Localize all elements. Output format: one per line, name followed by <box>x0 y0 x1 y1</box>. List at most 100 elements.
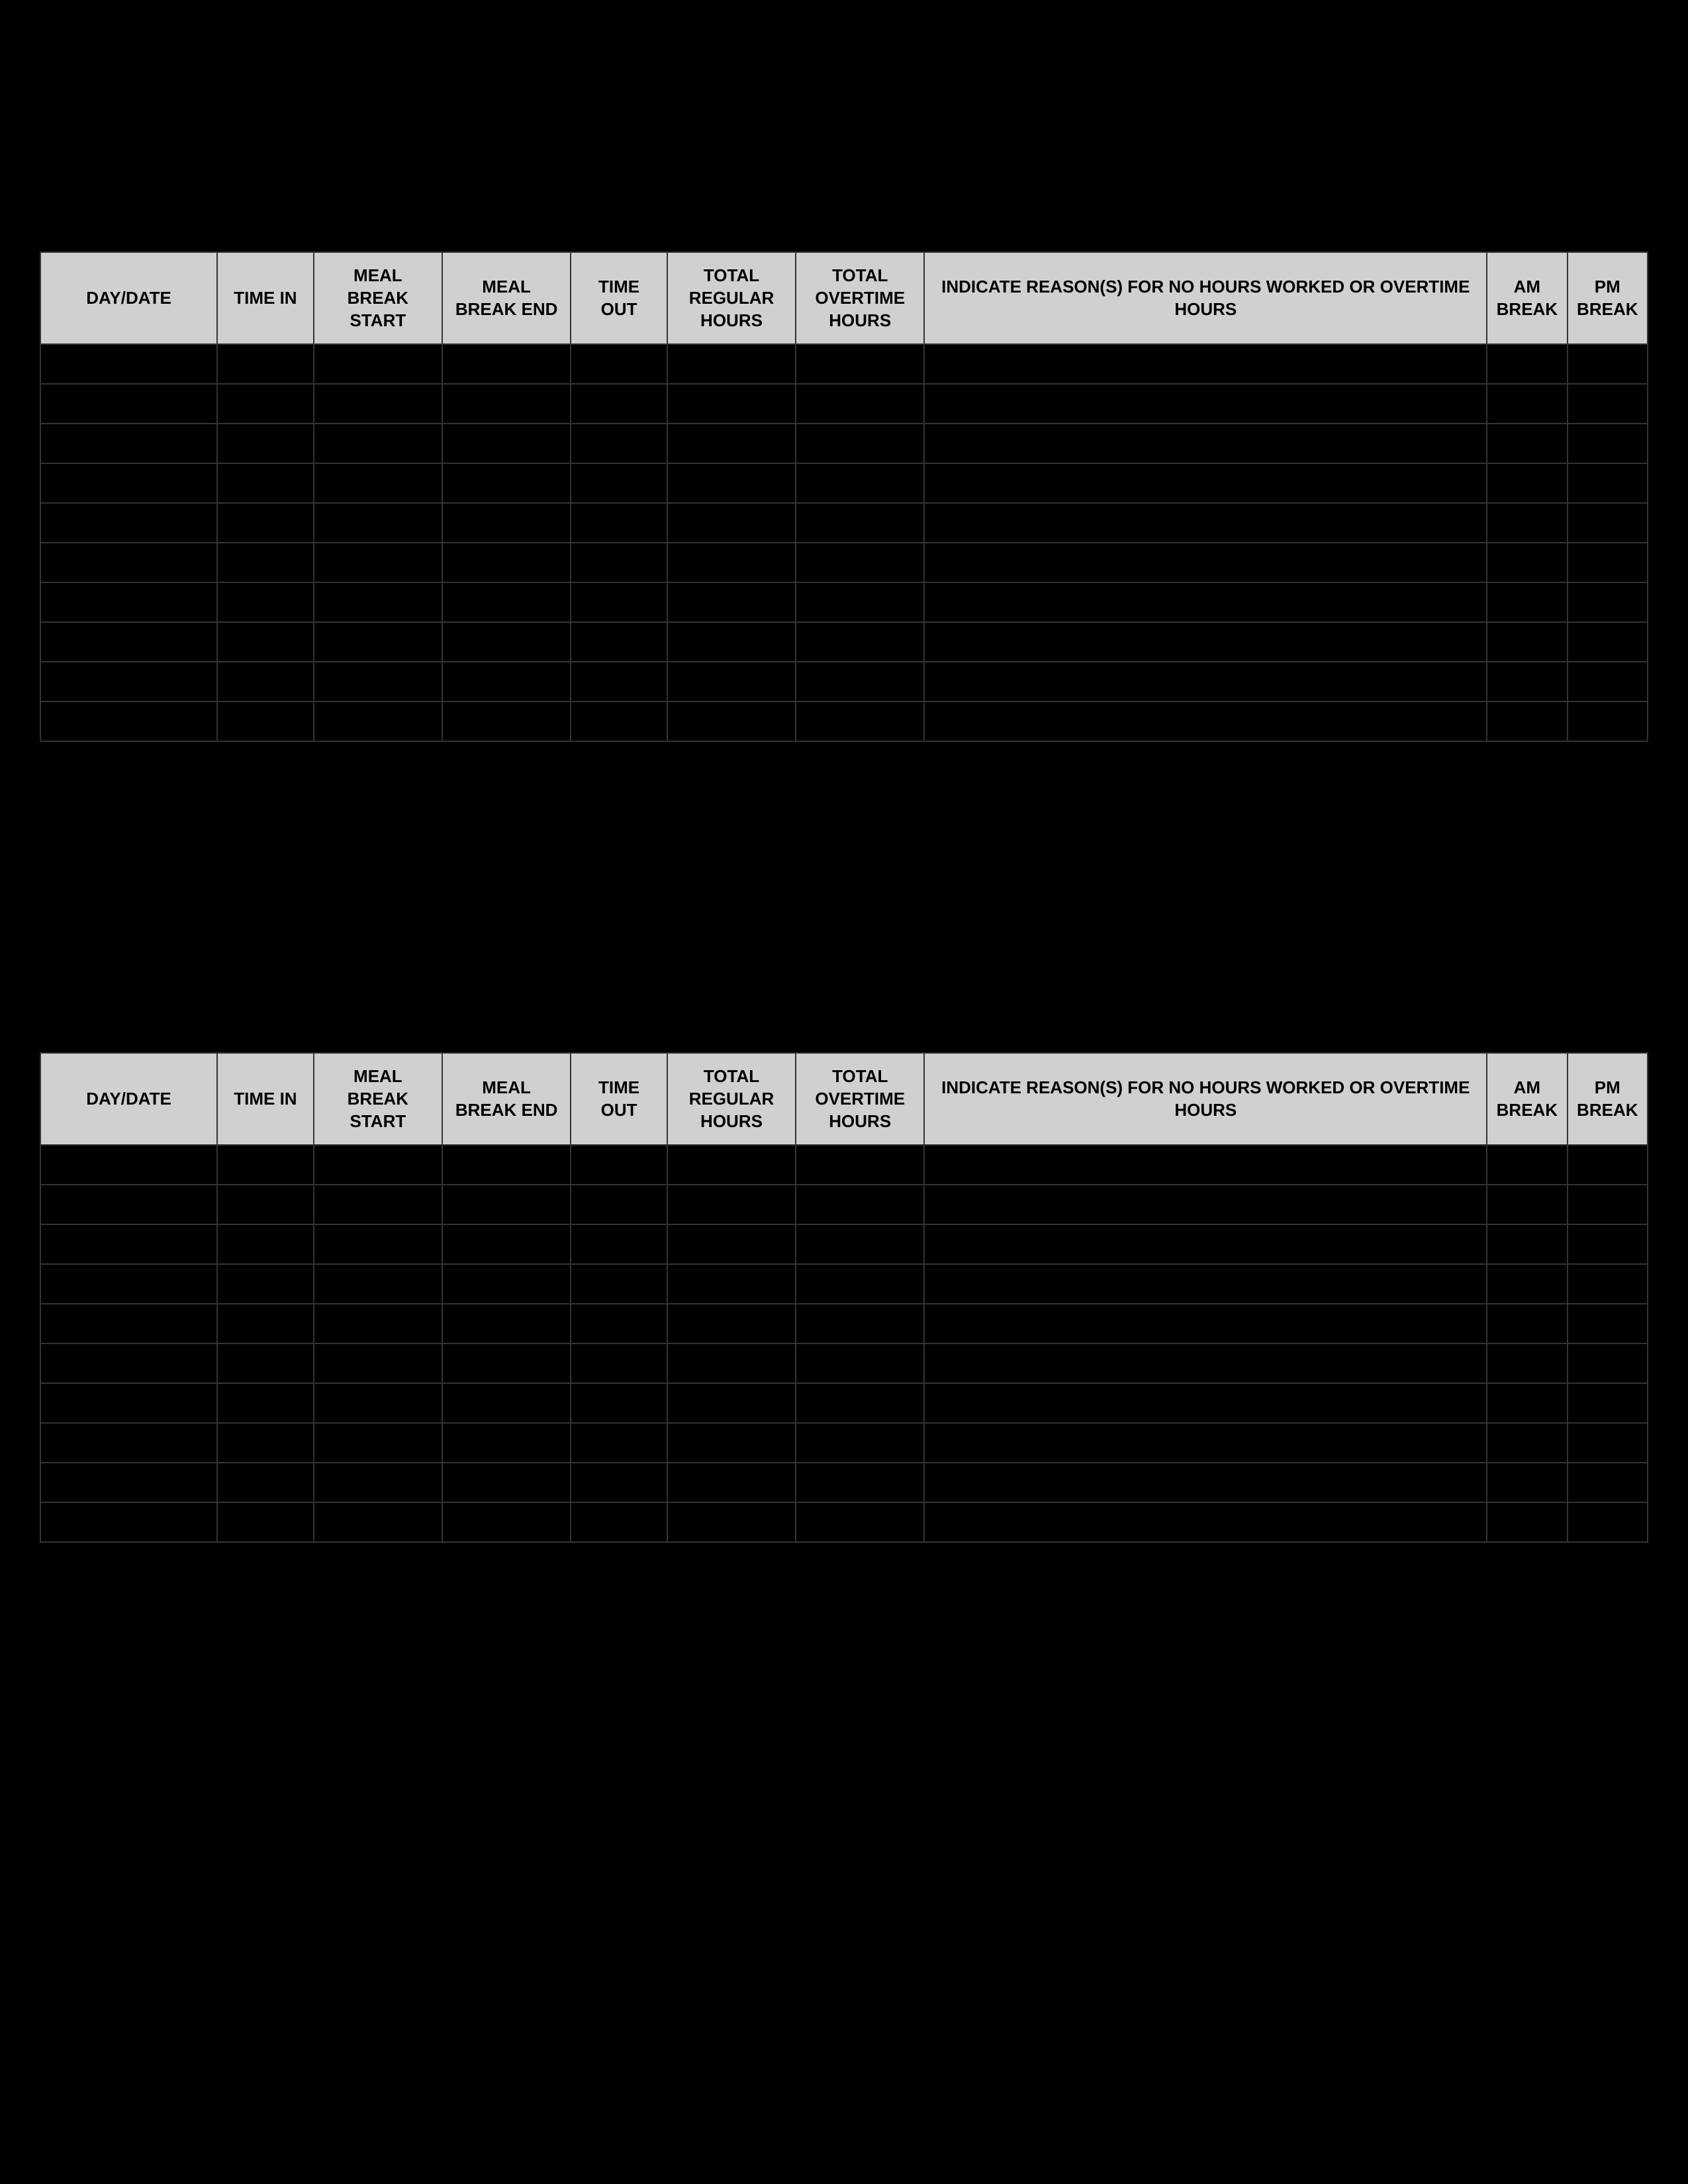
cell-mealstart <box>314 1185 442 1224</box>
cell-timein <box>217 622 314 662</box>
cell-totalot <box>796 1463 924 1502</box>
cell-totalot <box>796 1423 924 1463</box>
cell-ambreak <box>1487 1383 1567 1423</box>
cell-mealend <box>442 463 571 503</box>
cell-totalhours <box>667 503 796 543</box>
cell-totalot <box>796 1502 924 1542</box>
table-row <box>40 463 1648 503</box>
cell-totalhours <box>667 1502 796 1542</box>
cell-ambreak <box>1487 1423 1567 1463</box>
table-header-row-1: DAY/DATE TIME IN MEAL BREAK START MEAL B… <box>40 252 1648 344</box>
cell-timeout <box>571 503 667 543</box>
cell-timein <box>217 702 314 741</box>
cell-totalot <box>796 662 924 702</box>
page: DAY/DATE TIME IN MEAL BREAK START MEAL B… <box>0 0 1688 2184</box>
cell-reason <box>924 1423 1487 1463</box>
cell-totalhours <box>667 1304 796 1343</box>
cell-totalhours <box>667 384 796 424</box>
cell-pmbreak <box>1568 1185 1648 1224</box>
cell-mealstart <box>314 1423 442 1463</box>
table-row <box>40 1463 1648 1502</box>
cell-ambreak <box>1487 384 1567 424</box>
cell-mealstart <box>314 1264 442 1304</box>
cell-reason <box>924 1463 1487 1502</box>
cell-daydate <box>40 1264 217 1304</box>
cell-mealstart <box>314 702 442 741</box>
cell-reason <box>924 702 1487 741</box>
table-row <box>40 384 1648 424</box>
cell-totalot <box>796 424 924 463</box>
cell-timeout <box>571 1145 667 1185</box>
cell-ambreak <box>1487 543 1567 582</box>
cell-daydate <box>40 1304 217 1343</box>
cell-pmbreak <box>1568 463 1648 503</box>
table-row <box>40 543 1648 582</box>
cell-mealstart <box>314 463 442 503</box>
table-row <box>40 1264 1648 1304</box>
cell-timeout <box>571 702 667 741</box>
cell-mealend <box>442 1463 571 1502</box>
cell-timein <box>217 503 314 543</box>
cell-ambreak <box>1487 344 1567 384</box>
col-header-ambreak-2: AM BREAK <box>1487 1053 1567 1145</box>
cell-pmbreak <box>1568 702 1648 741</box>
cell-timeout <box>571 344 667 384</box>
cell-ambreak <box>1487 1463 1567 1502</box>
cell-ambreak <box>1487 1224 1567 1264</box>
cell-timein <box>217 582 314 622</box>
table-row <box>40 622 1648 662</box>
cell-timeout <box>571 1264 667 1304</box>
cell-mealstart <box>314 662 442 702</box>
cell-pmbreak <box>1568 1304 1648 1343</box>
cell-mealstart <box>314 1224 442 1264</box>
cell-ambreak <box>1487 1264 1567 1304</box>
cell-timein <box>217 1264 314 1304</box>
cell-totalot <box>796 1224 924 1264</box>
cell-reason <box>924 1145 1487 1185</box>
cell-totalhours <box>667 622 796 662</box>
cell-timeout <box>571 543 667 582</box>
cell-daydate <box>40 702 217 741</box>
cell-reason <box>924 1343 1487 1383</box>
cell-totalhours <box>667 543 796 582</box>
cell-daydate <box>40 384 217 424</box>
cell-mealend <box>442 1423 571 1463</box>
col-header-mealstart-1: MEAL BREAK START <box>314 252 442 344</box>
table-row <box>40 1185 1648 1224</box>
cell-mealend <box>442 622 571 662</box>
cell-totalhours <box>667 1423 796 1463</box>
col-header-mealstart-2: MEAL BREAK START <box>314 1053 442 1145</box>
cell-timeout <box>571 463 667 503</box>
table-row <box>40 1343 1648 1383</box>
cell-totalot <box>796 503 924 543</box>
cell-reason <box>924 582 1487 622</box>
cell-timein <box>217 384 314 424</box>
timesheet-table-2: DAY/DATE TIME IN MEAL BREAK START MEAL B… <box>40 1052 1648 1543</box>
cell-pmbreak <box>1568 662 1648 702</box>
cell-mealstart <box>314 384 442 424</box>
cell-pmbreak <box>1568 582 1648 622</box>
cell-mealend <box>442 582 571 622</box>
cell-totalot <box>796 384 924 424</box>
cell-totalhours <box>667 463 796 503</box>
cell-daydate <box>40 424 217 463</box>
cell-pmbreak <box>1568 1463 1648 1502</box>
cell-timeout <box>571 384 667 424</box>
cell-ambreak <box>1487 582 1567 622</box>
cell-totalhours <box>667 582 796 622</box>
cell-pmbreak <box>1568 384 1648 424</box>
timesheet-section-2: DAY/DATE TIME IN MEAL BREAK START MEAL B… <box>40 1052 1648 1543</box>
table-row <box>40 1423 1648 1463</box>
cell-totalot <box>796 1264 924 1304</box>
cell-totalhours <box>667 344 796 384</box>
cell-pmbreak <box>1568 424 1648 463</box>
cell-timeout <box>571 424 667 463</box>
cell-totalhours <box>667 424 796 463</box>
col-header-timein-1: TIME IN <box>217 252 314 344</box>
table-row <box>40 582 1648 622</box>
cell-totalot <box>796 344 924 384</box>
cell-mealend <box>442 424 571 463</box>
cell-ambreak <box>1487 702 1567 741</box>
cell-reason <box>924 1264 1487 1304</box>
table-row <box>40 1502 1648 1542</box>
